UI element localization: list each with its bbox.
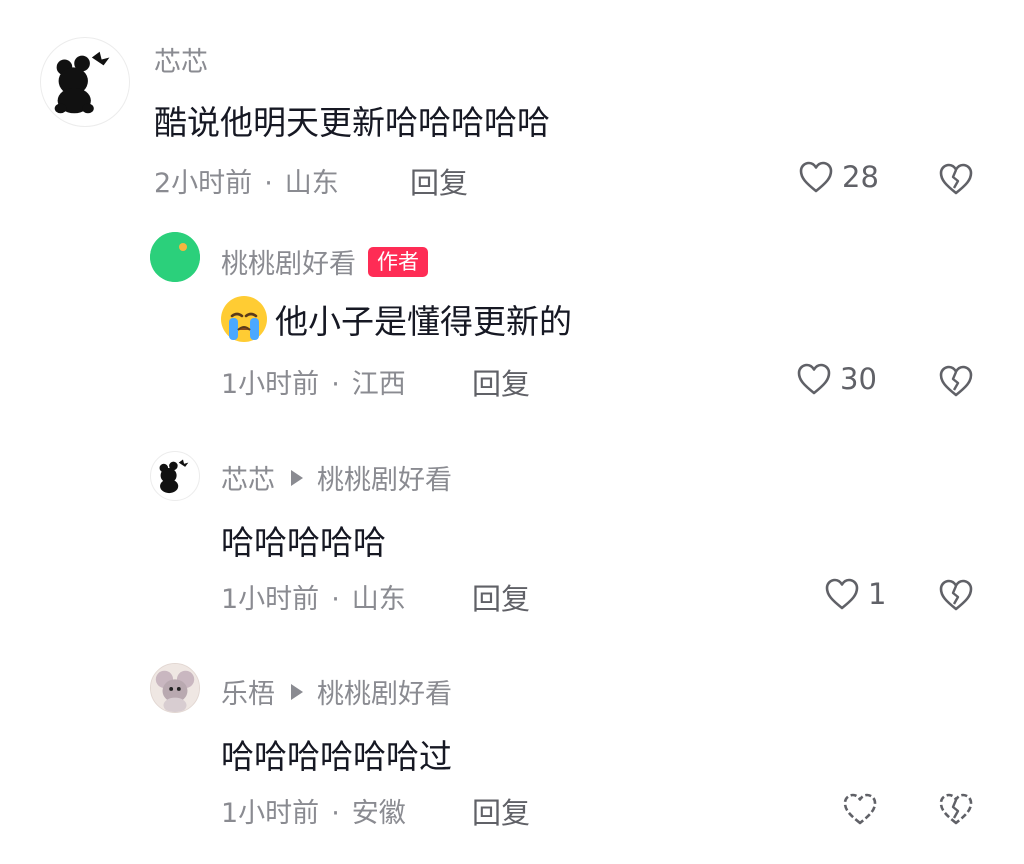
comment-body: 哈哈哈哈哈哈过: [221, 737, 452, 776]
comment-text: 哈哈哈哈哈哈过: [221, 730, 452, 778]
reply-to-username: 桃桃剧好看: [317, 679, 452, 710]
triangle-right-icon: [291, 469, 303, 486]
comment-location: 山东: [351, 584, 406, 615]
comment-body: 哈哈哈哈哈: [221, 523, 386, 562]
comment-time: 1小时前: [221, 369, 320, 400]
broken-heart-icon: [939, 579, 973, 611]
like-button[interactable]: 28: [798, 160, 879, 194]
comment-text: 哈哈哈哈哈: [221, 516, 386, 564]
comment-item: 芯芯 桃桃剧好看 哈哈哈哈哈 1小时前 · 山东 回复 1: [0, 430, 1024, 645]
avatar[interactable]: [150, 451, 200, 501]
comment-body: 酷说他明天更新哈哈哈哈哈: [154, 103, 550, 142]
reply-button[interactable]: 回复: [472, 790, 530, 832]
comment-location: 山东: [284, 168, 339, 199]
reply-button[interactable]: 回复: [472, 361, 530, 403]
comment-meta: 1小时前 · 山东: [221, 577, 406, 616]
comment-item: 桃桃剧好看 作者 他小子是懂得更新的 1小时前 · 江西 回复 30: [0, 220, 1024, 430]
username[interactable]: 乐梧 桃桃剧好看: [221, 672, 452, 711]
username[interactable]: 芯芯: [154, 40, 208, 79]
like-count: 1: [868, 577, 887, 611]
author-avatar-icon: [150, 232, 200, 282]
bear-avatar-icon: [159, 459, 189, 494]
username-text: 芯芯: [154, 47, 208, 78]
comment-location: 安徽: [351, 798, 406, 829]
comment-item: 芯芯 酷说他明天更新哈哈哈哈哈 2小时前 · 山东 回复 28: [0, 0, 1024, 220]
dislike-button[interactable]: [938, 578, 974, 612]
avatar[interactable]: [150, 232, 200, 282]
username[interactable]: 桃桃剧好看 作者: [221, 242, 428, 281]
dislike-button[interactable]: [938, 162, 974, 196]
meta-separator: ·: [331, 584, 340, 615]
bear-avatar-icon: [54, 51, 110, 114]
comment-time: 1小时前: [221, 584, 320, 615]
broken-heart-icon: [939, 163, 973, 195]
author-badge: 作者: [368, 246, 428, 277]
meta-separator: ·: [331, 798, 340, 829]
like-button[interactable]: 30: [796, 362, 877, 396]
dislike-button[interactable]: [938, 792, 974, 826]
dislike-button[interactable]: [938, 364, 974, 398]
meta-separator: ·: [331, 369, 340, 400]
comment-body: 他小子是懂得更新的: [275, 302, 572, 341]
comment-item: 乐梧 桃桃剧好看 哈哈哈哈哈哈过 1小时前 · 安徽 回复: [0, 645, 1024, 864]
heart-outline-icon: [843, 793, 877, 825]
like-count: 30: [840, 362, 877, 396]
comment-meta: 1小时前 · 安徽: [221, 791, 406, 830]
like-button[interactable]: 1: [824, 577, 886, 611]
broken-heart-icon: [939, 793, 973, 825]
broken-heart-icon: [939, 365, 973, 397]
heart-outline-icon: [797, 363, 831, 395]
comment-text: 酷说他明天更新哈哈哈哈哈: [154, 96, 550, 144]
reply-button[interactable]: 回复: [410, 160, 468, 202]
heart-outline-icon: [825, 578, 859, 610]
meta-separator: ·: [264, 168, 273, 199]
reply-to-username: 桃桃剧好看: [317, 465, 452, 496]
comment-meta: 2小时前 · 山东: [154, 161, 339, 200]
comment-time: 2小时前: [154, 168, 253, 199]
reply-button[interactable]: 回复: [472, 576, 530, 618]
username[interactable]: 芯芯 桃桃剧好看: [221, 458, 452, 497]
username-text: 桃桃剧好看: [221, 249, 356, 280]
avatar[interactable]: [40, 37, 130, 127]
crying-face-emoji: [221, 296, 267, 342]
like-button[interactable]: [842, 792, 886, 826]
comment-location: 江西: [351, 369, 406, 400]
triangle-right-icon: [291, 683, 303, 700]
username-text: 芯芯: [221, 465, 275, 496]
avatar[interactable]: [150, 663, 200, 713]
comment-text: 他小子是懂得更新的: [219, 294, 572, 344]
like-count: 28: [842, 160, 879, 194]
heart-outline-icon: [799, 161, 833, 193]
mouse-avatar-icon: [151, 664, 199, 712]
username-text: 乐梧: [221, 679, 275, 710]
comment-meta: 1小时前 · 江西: [221, 362, 406, 401]
comment-time: 1小时前: [221, 798, 320, 829]
